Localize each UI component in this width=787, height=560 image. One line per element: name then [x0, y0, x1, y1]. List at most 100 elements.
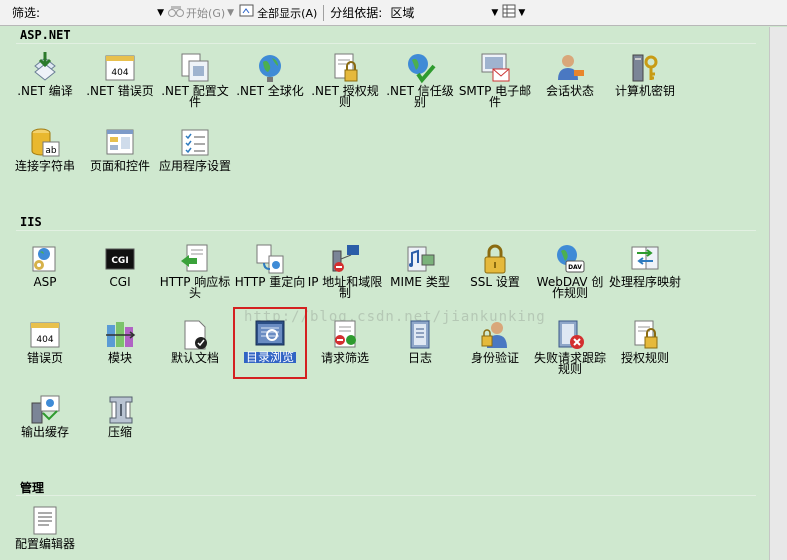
feature-label: .NET 编译	[17, 84, 73, 98]
feature-cgi[interactable]: CGI CGI	[82, 243, 158, 288]
feature-asp[interactable]: ASP	[7, 243, 83, 288]
feature-label: HTTP 重定向	[234, 275, 306, 289]
auth-rules-icon	[328, 52, 362, 84]
feature-label: 错误页	[26, 351, 63, 365]
ip-restrict-icon	[328, 243, 362, 275]
section-divider	[16, 230, 756, 231]
feature-output-caching[interactable]: 输出缓存	[7, 393, 83, 438]
chevron-down-icon[interactable]: ▼	[518, 8, 526, 18]
svg-text:CGI: CGI	[111, 256, 128, 266]
show-all-label: 全部显示(A)	[257, 6, 318, 20]
feature-net-authorization-rules[interactable]: .NET 授权规则	[307, 52, 383, 108]
feature-smtp-email[interactable]: SMTP 电子邮件	[457, 52, 533, 108]
feature-net-error-pages[interactable]: 404 .NET 错误页	[82, 52, 158, 97]
feature-pages-controls[interactable]: 页面和控件	[82, 127, 158, 172]
filter-input[interactable]: ▼	[44, 4, 164, 22]
feature-label: 连接字符串	[14, 159, 75, 173]
feature-label: CGI	[109, 275, 131, 289]
feature-error-pages[interactable]: 404 错误页	[7, 319, 83, 364]
feature-directory-browsing[interactable]: 目录浏览	[233, 307, 307, 379]
feature-label: 会话状态	[545, 84, 594, 98]
feature-label: MIME 类型	[390, 275, 450, 289]
config-editor-icon	[28, 505, 62, 537]
start-button[interactable]: 开始(G) ▼	[168, 4, 235, 21]
chevron-down-icon[interactable]: ▼	[157, 8, 164, 18]
feature-failed-request-tracing[interactable]: 失败请求跟踪规则	[532, 319, 608, 375]
error-page-icon: 404	[103, 52, 137, 84]
compression-icon	[103, 393, 137, 425]
profile-icon	[178, 52, 212, 84]
app-settings-icon	[178, 127, 212, 159]
feature-label: SSL 设置	[470, 275, 520, 289]
feature-app-settings[interactable]: 应用程序设置	[157, 127, 233, 172]
start-label: 开始(G)	[186, 6, 226, 20]
feature-label: .NET 全球化	[236, 84, 304, 98]
feature-net-globalization[interactable]: .NET 全球化	[232, 52, 308, 97]
feature-label: 授权规则	[620, 351, 669, 365]
feature-label: 配置编辑器	[14, 537, 75, 551]
directory-browse-icon	[253, 318, 287, 350]
machine-key-icon	[628, 52, 662, 84]
feature-label: 页面和控件	[89, 159, 150, 173]
session-icon	[553, 52, 587, 84]
feature-mime-types[interactable]: MIME 类型	[382, 243, 458, 288]
feature-compression[interactable]: 压缩	[82, 393, 158, 438]
feature-label: 日志	[407, 351, 432, 365]
section-title-iis: IIS	[20, 215, 42, 229]
feature-request-filtering[interactable]: 请求筛选	[307, 319, 383, 364]
smtp-icon	[478, 52, 512, 84]
feature-label: WebDAV 创作规则	[536, 275, 604, 300]
vertical-scrollbar[interactable]	[769, 27, 787, 560]
toolbar-separator	[323, 4, 325, 21]
feature-logging[interactable]: 日志	[382, 319, 458, 364]
features-view: http://blog.csdn.net/jiankunking ASP.NET…	[0, 27, 770, 560]
feature-label: 压缩	[107, 425, 132, 439]
toolbar: 筛选: ▼ 开始(G) ▼ 全部显示(A) 分组依据: 区域 ▼ ▼	[0, 0, 787, 26]
section-title-management: 管理	[20, 481, 45, 495]
feature-label: 身份验证	[470, 351, 519, 365]
feature-handler-mappings[interactable]: 处理程序映射	[607, 243, 683, 288]
error-page-icon: 404	[28, 319, 62, 351]
feature-label: 失败请求跟踪规则	[533, 351, 606, 376]
chevron-down-icon[interactable]: ▼	[227, 8, 235, 18]
feature-webdav-authoring-rules[interactable]: DAV WebDAV 创作规则	[532, 243, 608, 299]
logging-icon	[403, 319, 437, 351]
feature-label: .NET 错误页	[86, 84, 154, 98]
mime-icon	[403, 243, 437, 275]
feature-http-redirect[interactable]: HTTP 重定向	[232, 243, 308, 288]
redirect-icon	[253, 243, 287, 275]
group-by-select[interactable]: 区域 ▼	[386, 4, 498, 22]
feature-session-state[interactable]: 会话状态	[532, 52, 608, 97]
feature-machine-key[interactable]: 计算机密钥	[607, 52, 683, 97]
feature-ip-domain-restrictions[interactable]: IP 地址和域限制	[307, 243, 383, 299]
authentication-icon	[478, 319, 512, 351]
feature-label: 应用程序设置	[158, 159, 231, 173]
chevron-down-icon[interactable]: ▼	[491, 8, 498, 18]
view-grid-icon	[502, 4, 516, 21]
feature-net-trust-levels[interactable]: .NET 信任级别	[382, 52, 458, 108]
show-all-button[interactable]: 全部显示(A)	[239, 4, 317, 21]
modules-icon	[103, 319, 137, 351]
feature-connection-strings[interactable]: ab 连接字符串	[7, 127, 83, 172]
feature-authorization-rules[interactable]: 授权规则	[607, 319, 683, 364]
feature-authentication[interactable]: 身份验证	[457, 319, 533, 364]
svg-text:DAV: DAV	[568, 264, 582, 271]
feature-default-document[interactable]: 默认文档	[157, 319, 233, 364]
section-title-aspnet: ASP.NET	[20, 28, 71, 42]
output-cache-icon	[28, 393, 62, 425]
group-by-value: 区域	[390, 6, 415, 20]
svg-text:404: 404	[111, 68, 128, 78]
feature-http-response-headers[interactable]: HTTP 响应标头	[157, 243, 233, 299]
view-toggle-button[interactable]: ▼	[502, 4, 526, 21]
feature-net-compile[interactable]: .NET 编译	[7, 52, 83, 97]
feature-ssl-settings[interactable]: SSL 设置	[457, 243, 533, 288]
section-divider	[16, 495, 756, 496]
show-all-icon	[239, 4, 255, 21]
feature-net-profile[interactable]: .NET 配置文件	[157, 52, 233, 108]
default-doc-icon	[178, 319, 212, 351]
request-filter-icon	[328, 319, 362, 351]
feature-modules[interactable]: 模块	[82, 319, 158, 364]
feature-label: SMTP 电子邮件	[458, 84, 532, 109]
group-by-label: 分组依据:	[330, 6, 383, 20]
feature-configuration-editor[interactable]: 配置编辑器	[7, 505, 83, 550]
